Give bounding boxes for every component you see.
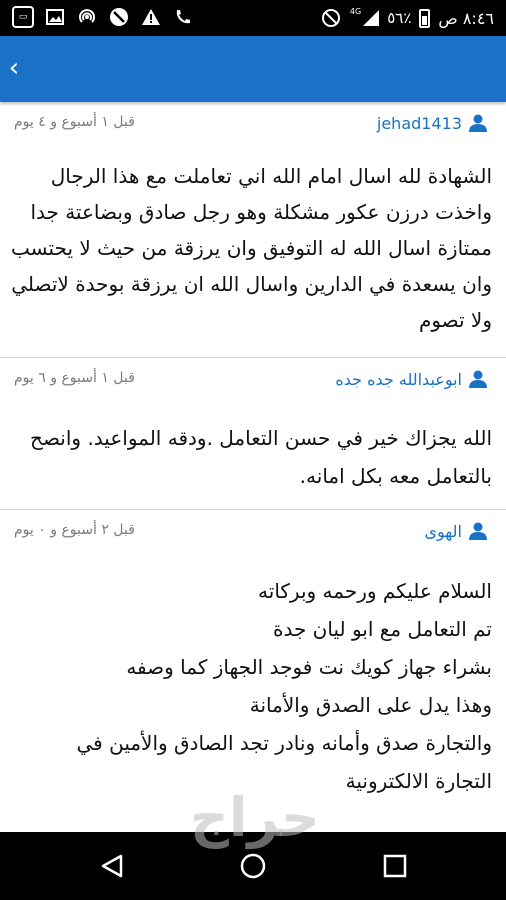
review-line: والتجارة صدق وأمانه ونادر تجد الصادق وال…	[76, 731, 493, 755]
review-item: ابوعبدالله جده جده قبل ١ أسبوع و ٦ يوم ا…	[0, 358, 506, 510]
warning-icon	[140, 6, 162, 28]
image-icon	[44, 6, 66, 28]
no-disturb-icon	[320, 7, 342, 29]
review-time: قبل ٢ أسبوع و ٠ يوم	[14, 522, 135, 538]
review-line: وهذا يدل على الصدق والأمانة	[249, 693, 492, 717]
nav-recent-icon[interactable]	[381, 852, 409, 880]
review-username: الهوى	[424, 521, 462, 541]
nav-home-icon[interactable]	[239, 852, 267, 880]
review-time: قبل ١ أسبوع و ٤ يوم	[14, 114, 135, 130]
app-bar: ‹	[0, 36, 506, 102]
battery-percent: ٥٦٪	[387, 9, 412, 27]
review-line: بالتعامل معه بكل امانه.	[299, 464, 492, 488]
network-type: 4G	[349, 7, 362, 16]
nav-back-icon[interactable]	[98, 852, 126, 880]
review-user[interactable]: الهوى	[425, 521, 488, 541]
chevron-left-icon[interactable]: ‹	[4, 54, 24, 82]
review-line: الشهادة لله اسال امام الله اني تعاملت مع…	[50, 164, 492, 188]
review-line: بشراء جهاز كويك نت فوجد الجهاز كما وصفه	[126, 655, 492, 679]
status-left-icons: ▭	[12, 6, 194, 28]
app-icon: ▭	[12, 6, 34, 28]
hotspot-icon	[76, 6, 98, 28]
review-body: الله يجزاك خير في حسن التعامل .ودقه المو…	[14, 419, 492, 495]
review-username: ابوعبدالله جده جده	[335, 369, 462, 389]
review-header: jehad1413 قبل ١ أسبوع و ٤ يوم	[0, 102, 506, 142]
review-item: jehad1413 قبل ١ أسبوع و ٤ يوم الشهادة لل…	[0, 102, 506, 358]
review-header: الهوى قبل ٢ أسبوع و ٠ يوم	[0, 510, 506, 550]
battery-icon	[419, 8, 431, 28]
review-line: تم التعامل مع ابو ليان جدة	[272, 617, 492, 641]
review-body: السلام عليكم ورحمه وبركاته تم التعامل مع…	[14, 572, 493, 800]
review-line: الله يجزاك خير في حسن التعامل .ودقه المو…	[30, 426, 492, 450]
review-user[interactable]: ابوعبدالله جده جده	[335, 369, 488, 389]
review-item: الهوى قبل ٢ أسبوع و ٠ يوم السلام عليكم و…	[0, 510, 506, 832]
block-icon	[108, 6, 130, 28]
review-line: السلام عليكم ورحمه وبركاته	[258, 579, 492, 603]
review-time: قبل ١ أسبوع و ٦ يوم	[14, 370, 135, 386]
phone-icon	[172, 6, 194, 28]
user-icon	[469, 114, 487, 132]
review-body: الشهادة لله اسال امام الله اني تعاملت مع…	[11, 158, 492, 338]
user-icon	[469, 370, 487, 388]
signal-icon	[363, 10, 380, 26]
review-user[interactable]: jehad1413	[377, 113, 488, 133]
review-header: ابوعبدالله جده جده قبل ١ أسبوع و ٦ يوم	[0, 358, 506, 398]
status-right-icons: 4G ٥٦٪ ٨:٤٦ ص	[320, 7, 494, 29]
review-line: وان يسعدة في الدارين واسال الله ان يرزقة…	[11, 272, 492, 296]
status-bar: ▭ 4G ٥٦٪ ٨:٤٦ ص	[0, 0, 506, 36]
user-icon	[469, 522, 487, 540]
review-line: واخذت درزن عكور مشكلة وهو رجل صادق وبضاع…	[30, 200, 492, 224]
review-line: ولا تصوم	[418, 308, 492, 332]
haraj-watermark: حراج	[190, 786, 320, 849]
clock: ٨:٤٦ ص	[438, 8, 494, 28]
review-line: ممتازة اسال الله له التوفيق وان يرزقة من…	[11, 236, 492, 260]
review-username: jehad1413	[376, 113, 462, 133]
